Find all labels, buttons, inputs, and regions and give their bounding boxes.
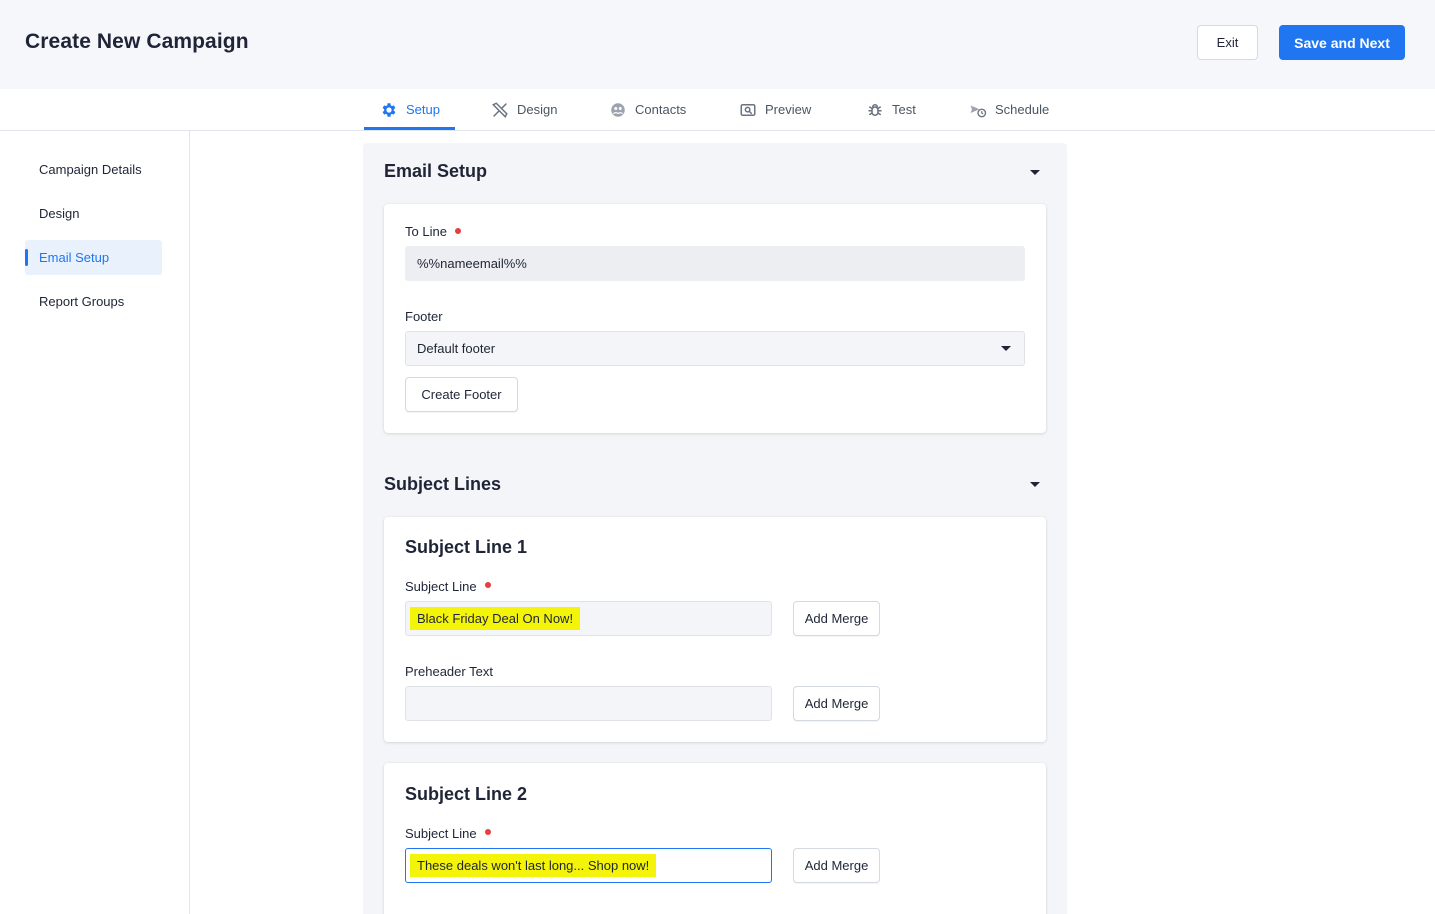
footer-select[interactable]: Default footer	[405, 331, 1025, 366]
top-bar: Create New Campaign Exit Save and Next	[0, 0, 1435, 89]
tab-schedule-label: Schedule	[995, 102, 1050, 117]
active-tab-indicator	[364, 127, 455, 130]
subject-lines-title: Subject Lines	[384, 474, 502, 494]
preview-icon	[740, 103, 756, 116]
email-setup-collapse-icon[interactable]	[1030, 170, 1040, 175]
tab-setup[interactable]: Setup	[380, 89, 440, 130]
tab-test-label: Test	[892, 102, 916, 117]
sidebar-item-report-groups[interactable]: Report Groups	[25, 284, 162, 319]
required-indicator	[485, 582, 491, 588]
tab-setup-label: Setup	[406, 102, 440, 117]
to-line-field: %%nameemail%%	[405, 246, 1025, 281]
design-tools-icon	[491, 101, 508, 118]
required-indicator	[485, 829, 491, 835]
subject-line-2-input[interactable]: These deals won't last long... Shop now!	[405, 848, 772, 883]
sidebar-item-campaign-details[interactable]: Campaign Details	[25, 152, 162, 187]
footer-selected-value: Default footer	[417, 341, 496, 356]
preheader-add-merge-button[interactable]: Add Merge	[793, 686, 880, 721]
required-indicator	[455, 228, 461, 234]
tab-contacts[interactable]: Contacts	[609, 89, 686, 130]
tab-preview-label: Preview	[765, 102, 812, 117]
chevron-down-icon	[1001, 346, 1011, 351]
sidebar: Campaign Details Design Email Setup Repo…	[0, 131, 190, 914]
save-and-next-button[interactable]: Save and Next	[1279, 25, 1405, 60]
subject-line-1-value: Black Friday Deal On Now!	[410, 607, 581, 630]
schedule-icon	[970, 105, 987, 117]
subject-line-2-value: These deals won't last long... Shop now!	[410, 854, 657, 877]
page-title: Create New Campaign	[25, 30, 249, 53]
subject-line-1-input[interactable]: Black Friday Deal On Now!	[405, 601, 772, 636]
tab-preview[interactable]: Preview	[739, 89, 811, 130]
tab-bar: Setup Design Contacts Preview Test Sched…	[0, 89, 1435, 131]
tab-design-label: Design	[517, 102, 558, 117]
tab-test[interactable]: Test	[866, 89, 916, 130]
bug-icon	[868, 103, 882, 116]
subject-lines-collapse-icon[interactable]	[1030, 482, 1040, 487]
to-line-label: To Line	[405, 224, 447, 239]
subject-line-1-title: Subject Line 1	[405, 537, 528, 557]
tab-schedule[interactable]: Schedule	[969, 89, 1049, 130]
preheader-text-input[interactable]	[405, 686, 772, 721]
email-setup-title: Email Setup	[384, 161, 488, 181]
exit-button[interactable]: Exit	[1197, 25, 1258, 60]
sidebar-item-email-setup[interactable]: Email Setup	[25, 240, 162, 275]
subject-line-2-title: Subject Line 2	[405, 784, 528, 804]
add-merge-button[interactable]: Add Merge	[793, 601, 880, 636]
contacts-icon	[611, 102, 625, 117]
sidebar-item-design[interactable]: Design	[25, 196, 162, 231]
tab-contacts-label: Contacts	[635, 102, 687, 117]
tab-design[interactable]: Design	[491, 89, 557, 130]
footer-label: Footer	[405, 309, 443, 324]
subject-line-2-label: Subject Line	[405, 826, 477, 841]
preheader-text-label: Preheader Text	[405, 664, 493, 679]
gear-icon	[382, 102, 396, 117]
subject-line-1-label: Subject Line	[405, 579, 477, 594]
add-merge-button[interactable]: Add Merge	[793, 848, 880, 883]
create-footer-button[interactable]: Create Footer	[405, 377, 518, 412]
to-line-value: %%nameemail%%	[417, 256, 527, 271]
